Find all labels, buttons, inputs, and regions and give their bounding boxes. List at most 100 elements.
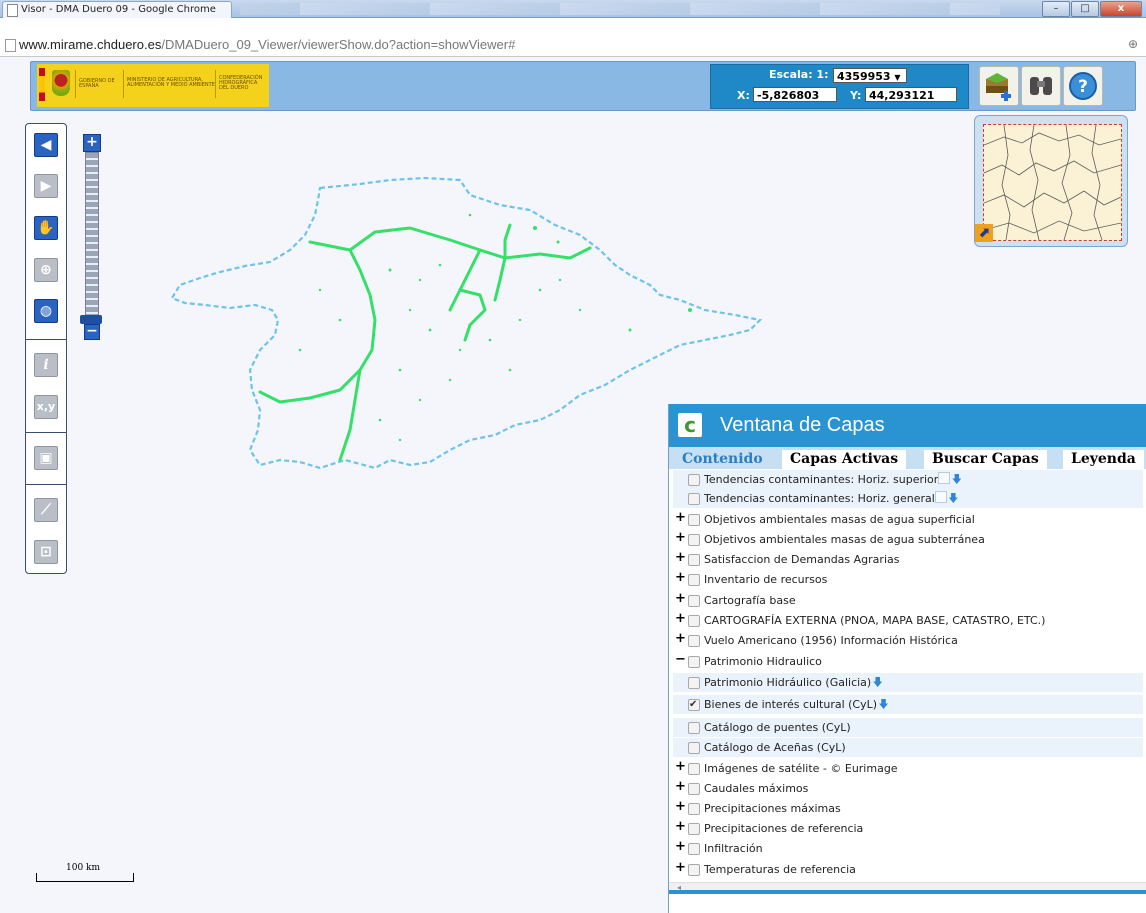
expand-icon[interactable]: +	[675, 592, 686, 605]
download-icon[interactable]	[952, 474, 962, 484]
search-button[interactable]	[1021, 66, 1061, 106]
expand-icon[interactable]: +	[675, 511, 686, 524]
confederation-text: CONFEDERACIÓN HIDROGRÁFICA DEL DUERO	[219, 75, 263, 91]
layer-checkbox[interactable]	[688, 823, 700, 835]
download-icon[interactable]	[873, 677, 883, 687]
layer-group[interactable]: + Temperaturas de referencia	[673, 860, 1143, 879]
expand-icon[interactable]: +	[675, 760, 686, 773]
layer-checkbox[interactable]	[688, 595, 700, 607]
zoom-out-button[interactable]: −	[84, 324, 100, 340]
scale-label: Escala: 1:	[769, 68, 829, 81]
layer-group[interactable]: + Imágenes de satélite - © Eurimage	[673, 759, 1143, 778]
layer-checkbox[interactable]	[688, 763, 700, 775]
expand-icon[interactable]: +	[675, 571, 686, 584]
download-icon[interactable]	[879, 699, 889, 709]
expand-icon[interactable]: +	[675, 632, 686, 645]
full-extent-button[interactable]: ◍	[34, 299, 58, 323]
measure-icon: ⟋	[41, 502, 51, 518]
forward-button[interactable]: ▶	[34, 174, 58, 198]
overview-map-panel[interactable]: ⬈	[974, 115, 1128, 247]
layer-checkbox[interactable]	[688, 722, 700, 734]
back-button[interactable]: ◀	[34, 133, 58, 157]
layer-label: Patrimonio Hidráulico (Galicia)	[704, 676, 872, 689]
expand-icon[interactable]: +	[675, 840, 686, 853]
tab-contenido[interactable]: Contenido	[674, 450, 771, 469]
expand-icon[interactable]: +	[675, 820, 686, 833]
y-coordinate-field[interactable]: 44,293121	[865, 87, 957, 102]
expand-icon[interactable]: +	[675, 780, 686, 793]
layer-checkbox[interactable]	[688, 514, 700, 526]
layer-group[interactable]: + Objetivos ambientales masas de agua sub…	[673, 530, 1143, 549]
expand-icon[interactable]: +	[675, 551, 686, 564]
zoom-box-button[interactable]: ⊕	[34, 258, 58, 282]
layer-item[interactable]: Catálogo de Aceñas (CyL)	[673, 738, 1143, 757]
expand-overview-icon[interactable]: ⬈	[975, 224, 993, 242]
help-button[interactable]: ?	[1063, 66, 1103, 106]
tab-capas-activas[interactable]: Capas Activas	[782, 450, 907, 469]
layer-item[interactable]: Catálogo de puentes (CyL)	[673, 718, 1143, 737]
pan-button[interactable]: ✋	[34, 216, 58, 240]
scale-select[interactable]: 4359953 ▼	[833, 68, 907, 83]
expand-icon[interactable]: +	[675, 531, 686, 544]
close-window-button[interactable]: x	[1100, 1, 1142, 17]
layer-group[interactable]: + Objetivos ambientales masas de agua sup…	[673, 510, 1143, 529]
maximize-button[interactable]: □	[1071, 1, 1099, 17]
minimize-button[interactable]: –	[1042, 1, 1070, 17]
layer-group[interactable]: + Cartografía base	[673, 591, 1143, 610]
url-text[interactable]: www.mirame.chduero.es/DMADuero_09_Viewer…	[19, 37, 515, 52]
layer-group[interactable]: + Caudales máximos	[673, 779, 1143, 798]
layer-checkbox[interactable]	[688, 864, 700, 876]
layer-group[interactable]: − Patrimonio Hidraulico	[673, 652, 1143, 671]
layer-group[interactable]: + Precipitaciones de referencia	[673, 819, 1143, 838]
layer-checkbox[interactable]	[688, 574, 700, 586]
browser-tab[interactable]: Visor - DMA Duero 09 - Google Chrome	[2, 1, 232, 18]
layer-checkbox[interactable]	[688, 677, 700, 689]
layer-checkbox[interactable]	[688, 493, 700, 505]
download-icon[interactable]	[948, 493, 958, 503]
zoom-indicator-icon[interactable]: ⊕	[1128, 37, 1138, 51]
layer-item[interactable]: Bienes de interés cultural (CyL)	[673, 695, 1143, 714]
layer-checkbox[interactable]	[688, 843, 700, 855]
layer-checkbox[interactable]	[688, 783, 700, 795]
overview-map[interactable]	[983, 124, 1122, 241]
zoom-in-button[interactable]: +	[83, 134, 101, 152]
metadata-icon[interactable]	[934, 491, 947, 503]
layer-group[interactable]: + CARTOGRAFÍA EXTERNA (PNOA, MAPA BASE, C…	[673, 611, 1143, 630]
layer-group[interactable]: + Inventario de recursos	[673, 570, 1143, 589]
add-layer-button[interactable]	[979, 66, 1019, 106]
layer-checkbox[interactable]	[688, 635, 700, 647]
layer-item[interactable]: Patrimonio Hidráulico (Galicia)	[673, 673, 1143, 692]
page-icon	[5, 39, 16, 52]
metadata-icon[interactable]	[938, 472, 951, 484]
zoom-slider[interactable]: + −	[80, 134, 102, 340]
layer-group[interactable]: + Precipitaciones máximas	[673, 799, 1143, 818]
layer-checkbox[interactable]	[688, 803, 700, 815]
layer-item[interactable]: Tendencias contaminantes: Horiz. general	[673, 489, 1143, 508]
collapse-icon[interactable]: −	[675, 653, 686, 666]
layer-checkbox[interactable]	[688, 554, 700, 566]
layer-checkbox[interactable]	[688, 742, 700, 754]
x-coordinate-field[interactable]: -5,826803	[753, 87, 837, 102]
address-bar[interactable]: www.mirame.chduero.es/DMADuero_09_Viewer…	[0, 18, 1146, 57]
expand-icon[interactable]: +	[675, 861, 686, 874]
expand-icon[interactable]: +	[675, 612, 686, 625]
layer-checkbox[interactable]	[688, 615, 700, 627]
measure-button[interactable]: ⟋	[34, 498, 58, 522]
layer-item[interactable]: Tendencias contaminantes: Horiz. superio…	[673, 470, 1143, 489]
info-button[interactable]: i	[34, 353, 58, 377]
layer-checkbox[interactable]	[688, 695, 700, 714]
crop-button[interactable]: ⊡	[34, 540, 58, 564]
layer-checkbox[interactable]	[688, 474, 700, 486]
layer-group[interactable]: + Satisfaccion de Demandas Agrarias	[673, 550, 1143, 569]
layer-group[interactable]: + Vuelo Americano (1956) Información Hist…	[673, 631, 1143, 650]
layer-checkbox[interactable]	[688, 534, 700, 546]
zoom-track[interactable]	[85, 152, 99, 322]
tab-buscar-capas[interactable]: Buscar Capas	[924, 450, 1047, 469]
save-button[interactable]: ▣	[34, 446, 58, 470]
coordinates-button[interactable]: x,y	[34, 395, 58, 419]
layer-group[interactable]: + Infiltración	[673, 839, 1143, 858]
refresh-icon[interactable]: c	[678, 413, 702, 437]
layer-checkbox[interactable]	[688, 656, 700, 668]
tab-leyenda[interactable]: Leyenda	[1063, 450, 1144, 469]
expand-icon[interactable]: +	[675, 800, 686, 813]
